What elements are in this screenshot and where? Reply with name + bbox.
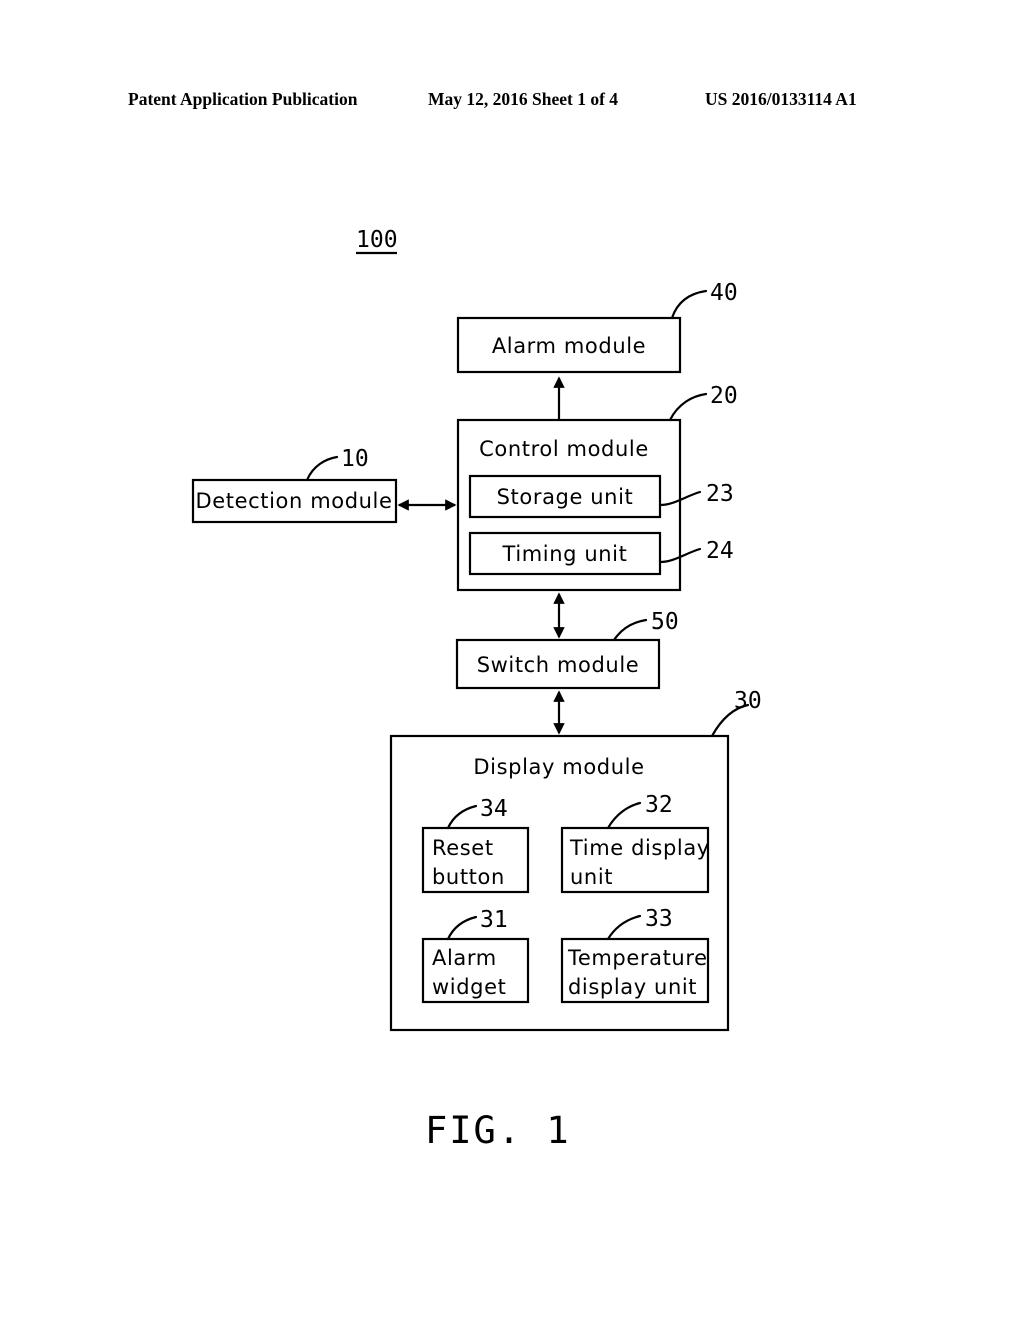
block-alarm-module-label: Alarm module bbox=[492, 334, 646, 358]
leader-line-alarm-module bbox=[670, 289, 708, 320]
figure-1-block-diagram: 100 Alarm module 40 Control module 20 St… bbox=[191, 227, 762, 1152]
ref-label-temperature-display-unit: 33 bbox=[645, 906, 673, 932]
patent-sheet: Patent Application Publication May 12, 2… bbox=[0, 0, 1024, 1320]
ref-label-detection-module: 10 bbox=[341, 446, 369, 472]
block-time-display-unit-label-line2: unit bbox=[570, 865, 613, 889]
ref-label-reset-button: 34 bbox=[480, 796, 508, 822]
ref-label-time-display-unit: 32 bbox=[645, 792, 673, 818]
ref-label-switch-module: 50 bbox=[651, 609, 679, 635]
block-temperature-display-unit-label-line2: display unit bbox=[568, 975, 697, 999]
block-temperature-display-unit-label-line1: Temperature bbox=[567, 946, 708, 970]
ref-label-control-module: 20 bbox=[710, 383, 738, 409]
leader-line-detection-module bbox=[305, 455, 339, 482]
leader-line-switch-module bbox=[612, 618, 648, 642]
block-reset-button-label-line2: button bbox=[432, 865, 505, 889]
block-time-display-unit-label-line1: Time display bbox=[569, 836, 710, 860]
leader-line-control-module bbox=[668, 392, 708, 422]
block-timing-unit-label: Timing unit bbox=[502, 542, 628, 566]
block-detection-module-label: Detection module bbox=[196, 489, 393, 513]
ref-label-alarm-module: 40 bbox=[710, 280, 738, 306]
ref-label-display-module: 30 bbox=[734, 688, 762, 714]
block-alarm-widget-label-line1: Alarm bbox=[432, 946, 497, 970]
ref-label-storage-unit: 23 bbox=[706, 481, 734, 507]
block-storage-unit-label: Storage unit bbox=[497, 485, 634, 509]
block-display-module-label: Display module bbox=[473, 755, 644, 779]
block-alarm-widget-label-line2: widget bbox=[432, 975, 506, 999]
figure-caption: FIG. 1 bbox=[425, 1109, 571, 1152]
ref-label-alarm-widget: 31 bbox=[480, 907, 508, 933]
block-control-module-label: Control module bbox=[479, 437, 649, 461]
block-reset-button-label-line1: Reset bbox=[432, 836, 494, 860]
ref-label-timing-unit: 24 bbox=[706, 538, 734, 564]
block-switch-module-label: Switch module bbox=[477, 653, 640, 677]
system-reference-label: 100 bbox=[356, 227, 398, 253]
